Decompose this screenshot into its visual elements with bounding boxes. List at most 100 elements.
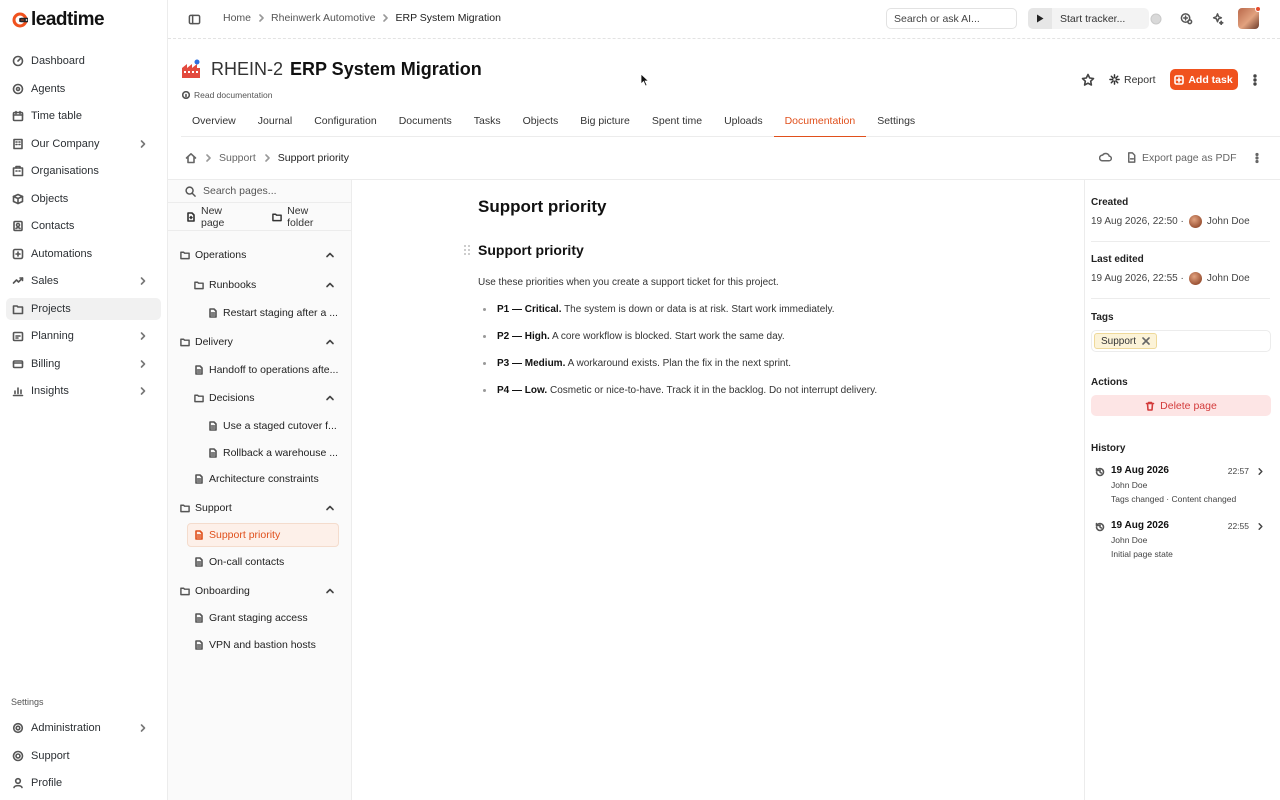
agents-icon (12, 83, 24, 95)
home-icon[interactable] (185, 152, 197, 164)
history-icon (1095, 467, 1105, 477)
chevron-up-icon[interactable] (325, 250, 335, 260)
page-intro[interactable]: Use these priorities when you create a s… (478, 277, 779, 288)
sidebar-toggle-icon[interactable] (188, 13, 201, 26)
tab-spent-time[interactable]: Spent time (641, 110, 713, 137)
sidebar-item-support[interactable]: Support (6, 745, 161, 767)
tree-folder[interactable]: Decisions (194, 386, 348, 410)
tree-page[interactable]: VPN and bastion hosts (194, 633, 348, 657)
page-heading[interactable]: Support priority (478, 242, 584, 258)
new-folder-button[interactable]: New folder (272, 205, 333, 229)
page-search-placeholder: Search pages... (203, 185, 277, 197)
sidebar-item-our-company[interactable]: Our Company (6, 133, 161, 155)
tree-row-label: On-call contacts (209, 556, 285, 568)
tab-documentation[interactable]: Documentation (773, 110, 867, 137)
tab-overview[interactable]: Overview (181, 110, 247, 137)
list-item[interactable]: P4 — Low. Cosmetic or nice-to-have. Trac… (478, 385, 877, 412)
list-item[interactable]: P3 — Medium. A workaround exists. Plan t… (478, 358, 877, 385)
created-meta: 19 Aug 2026, 22:50 · John Doe (1091, 215, 1250, 228)
project-code: RHEIN-2 (211, 59, 284, 79)
tab-tasks[interactable]: Tasks (463, 110, 512, 137)
tree-row-label: VPN and bastion hosts (209, 639, 316, 651)
tree-folder[interactable]: Delivery (180, 330, 348, 354)
sidebar-item-profile[interactable]: Profile (6, 772, 161, 794)
history-entry[interactable]: 19 Aug 2026 22:55 John Doe Initial page … (1091, 520, 1271, 564)
chevron-up-icon[interactable] (325, 337, 335, 347)
more-vertical-icon[interactable] (1251, 152, 1263, 164)
leadtime-logo-icon (12, 12, 28, 28)
tree-folder[interactable]: Support (180, 496, 348, 520)
star-icon[interactable] (1081, 73, 1095, 87)
add-task-button[interactable]: Add task (1169, 69, 1238, 90)
global-search-input[interactable]: Search or ask AI... (886, 8, 1017, 29)
more-vertical-icon[interactable] (1248, 73, 1262, 87)
tab-settings[interactable]: Settings (866, 110, 926, 137)
tree-folder[interactable]: Operations (180, 243, 348, 267)
tab-documents[interactable]: Documents (388, 110, 463, 137)
tab-uploads[interactable]: Uploads (713, 110, 774, 137)
sidebar: leadtime Dashboard Agents Time table Our… (0, 0, 168, 800)
logo[interactable]: leadtime (12, 9, 105, 30)
sidebar-item-dashboard[interactable]: Dashboard (6, 50, 161, 72)
tree-page[interactable]: Architecture constraints (194, 467, 348, 491)
sidebar-item-contacts[interactable]: Contacts (6, 215, 161, 237)
tags-input[interactable]: Support (1091, 330, 1271, 352)
tree-page[interactable]: Grant staging access (194, 606, 348, 630)
tab-journal[interactable]: Journal (247, 110, 303, 137)
sidebar-item-label: Billing (31, 357, 61, 370)
edited-label: Last edited (1091, 254, 1144, 265)
page-search-input[interactable]: Search pages... (168, 180, 351, 203)
tree-page[interactable]: Support priority (187, 523, 339, 547)
notifications-icon[interactable] (1176, 8, 1197, 29)
tab-objects[interactable]: Objects (512, 110, 570, 137)
read-documentation-link[interactable]: Read documentation (182, 90, 272, 100)
sidebar-item-sales[interactable]: Sales (6, 270, 161, 292)
doc-breadcrumb-folder[interactable]: Support (219, 152, 256, 164)
sidebar-item-objects[interactable]: Objects (6, 188, 161, 210)
tree-page[interactable]: Use a staged cutover f... (208, 414, 348, 438)
export-pdf-button[interactable]: Export page as PDF (1126, 152, 1237, 164)
sidebar-item-time-table[interactable]: Time table (6, 105, 161, 127)
sidebar-item-organisations[interactable]: Organisations (6, 160, 161, 182)
doc-breadcrumb-page[interactable]: Support priority (278, 152, 349, 164)
breadcrumb-home[interactable]: Home (223, 12, 251, 24)
chevron-up-icon[interactable] (325, 503, 335, 513)
list-item[interactable]: P2 — High. A core workflow is blocked. S… (478, 331, 877, 358)
drag-handle-icon[interactable] (463, 244, 471, 256)
sidebar-item-billing[interactable]: Billing (6, 353, 161, 375)
chevron-up-icon[interactable] (325, 586, 335, 596)
cloud-sync-icon[interactable] (1099, 151, 1112, 164)
sidebar-item-projects[interactable]: Projects (6, 297, 161, 320)
chevron-up-icon[interactable] (325, 393, 335, 403)
tree-folder[interactable]: Runbooks (194, 273, 348, 297)
breadcrumb-company[interactable]: Rheinwerk Automotive (271, 12, 375, 24)
tab-big-picture[interactable]: Big picture (569, 110, 641, 137)
user-avatar[interactable] (1238, 6, 1261, 29)
folder-icon (180, 250, 190, 260)
start-tracker-button[interactable]: Start tracker... (1028, 8, 1149, 29)
tree-folder[interactable]: Onboarding (180, 579, 348, 603)
tree-page[interactable]: Rollback a warehouse ... (208, 441, 348, 465)
tree-page[interactable]: Handoff to operations afte... (194, 358, 348, 382)
tab-configuration[interactable]: Configuration (303, 110, 387, 137)
delete-page-button[interactable]: Delete page (1091, 395, 1271, 416)
tree-page[interactable]: On-call contacts (194, 550, 348, 574)
ai-sparkle-icon[interactable] (1207, 8, 1228, 29)
chevron-right-icon (138, 139, 148, 149)
sidebar-item-planning[interactable]: Planning (6, 325, 161, 347)
new-page-button[interactable]: New page (186, 205, 244, 229)
tree-page[interactable]: Restart staging after a ... (208, 301, 348, 325)
sidebar-item-insights[interactable]: Insights (6, 380, 161, 402)
sidebar-item-automations[interactable]: Automations (6, 243, 161, 265)
sidebar-item-agents[interactable]: Agents (6, 78, 161, 100)
history-entry[interactable]: 19 Aug 2026 22:57 John Doe Tags changed … (1091, 465, 1271, 509)
close-icon[interactable] (1142, 337, 1150, 345)
breadcrumb-project[interactable]: ERP System Migration (395, 12, 500, 24)
topbar: Home Rheinwerk Automotive ERP System Mig… (168, 0, 1280, 39)
list-item[interactable]: P1 — Critical. The system is down or dat… (478, 304, 877, 331)
status-dot-icon[interactable] (1145, 8, 1166, 29)
sidebar-item-label: Agents (31, 82, 66, 95)
chevron-up-icon[interactable] (325, 280, 335, 290)
report-button[interactable]: Report (1105, 74, 1160, 86)
sidebar-item-administration[interactable]: Administration (6, 717, 161, 739)
